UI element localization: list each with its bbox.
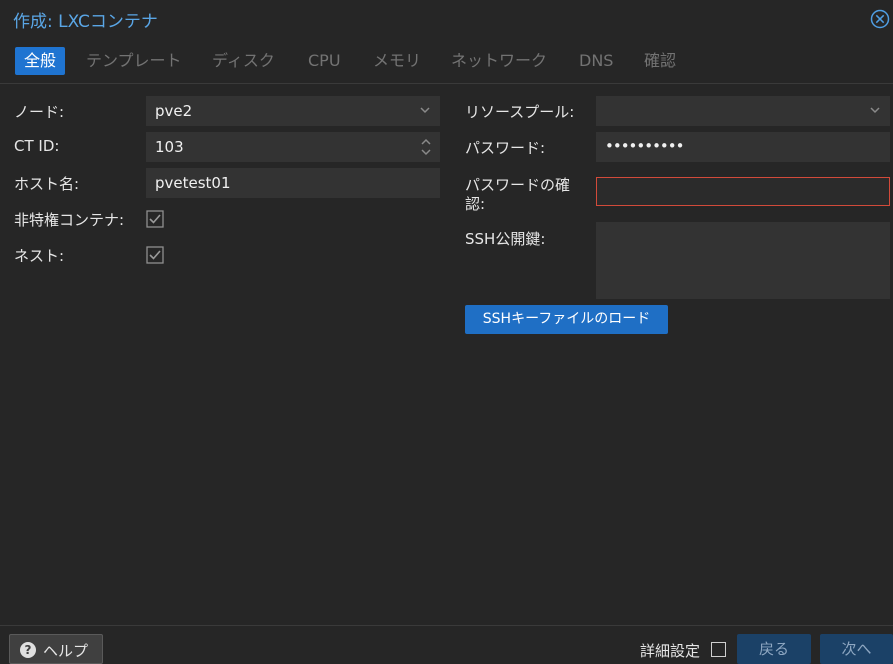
node-select[interactable]: pve2 (146, 96, 440, 126)
tab-template[interactable]: テンプレート (86, 47, 182, 75)
window-title: 作成: LXCコンテナ (13, 12, 158, 32)
hostname-field[interactable]: pvetest01 (146, 168, 440, 198)
next-button[interactable]: 次へ (820, 634, 893, 664)
window-titlebar: 作成: LXCコンテナ (0, 0, 893, 36)
confirm-password-label-line2: 認: (465, 195, 486, 213)
load-ssh-key-button[interactable]: SSHキーファイルのロード (465, 305, 668, 334)
advanced-label: 詳細設定 (640, 642, 701, 660)
tab-cpu[interactable]: CPU (308, 47, 341, 75)
unprivileged-checkbox[interactable] (146, 210, 164, 228)
password-label: パスワード: (465, 139, 546, 157)
help-label: ヘルプ (43, 642, 89, 660)
tab-general[interactable]: 全般 (15, 47, 66, 75)
tab-confirm[interactable]: 確認 (644, 47, 676, 75)
ssh-key-label: SSH公開鍵: (465, 230, 546, 248)
tab-dns[interactable]: DNS (579, 47, 613, 75)
tab-bar: 全般 テンプレート ディスク CPU メモリ ネットワーク DNS 確認 (0, 45, 893, 84)
hostname-label: ホスト名: (14, 175, 80, 193)
nesting-label: ネスト: (14, 247, 65, 265)
confirm-password-field[interactable] (596, 177, 890, 206)
chevron-down-icon[interactable] (419, 104, 431, 116)
dialog-footer: ? ヘルプ 詳細設定 戻る 次へ (0, 625, 893, 664)
close-icon[interactable] (870, 9, 890, 29)
tab-memory[interactable]: メモリ (373, 47, 421, 75)
hostname-value: pvetest01 (155, 174, 231, 192)
ctid-value: 103 (155, 138, 184, 156)
ctid-field[interactable]: 103 (146, 132, 440, 162)
tab-network[interactable]: ネットワーク (451, 47, 547, 75)
tab-disk[interactable]: ディスク (212, 47, 275, 75)
advanced-checkbox[interactable] (711, 642, 726, 657)
help-button[interactable]: ? ヘルプ (9, 634, 103, 664)
nesting-checkbox[interactable] (146, 246, 164, 264)
chevron-down-icon[interactable] (869, 104, 881, 116)
confirm-password-label-line1: パスワードの確 (465, 176, 571, 194)
password-value: •••••••••• (605, 137, 684, 155)
question-icon: ? (20, 642, 36, 658)
node-value: pve2 (155, 102, 193, 120)
pool-label: リソースプール: (465, 103, 575, 121)
back-button[interactable]: 戻る (737, 634, 811, 664)
node-label: ノード: (14, 103, 65, 121)
password-field[interactable]: •••••••••• (596, 132, 890, 162)
pool-select[interactable] (596, 96, 890, 126)
unprivileged-label: 非特権コンテナ: (14, 211, 125, 229)
ctid-label: CT ID: (14, 137, 60, 155)
spinner-icon[interactable] (420, 137, 432, 157)
ssh-key-textarea[interactable] (596, 222, 890, 299)
